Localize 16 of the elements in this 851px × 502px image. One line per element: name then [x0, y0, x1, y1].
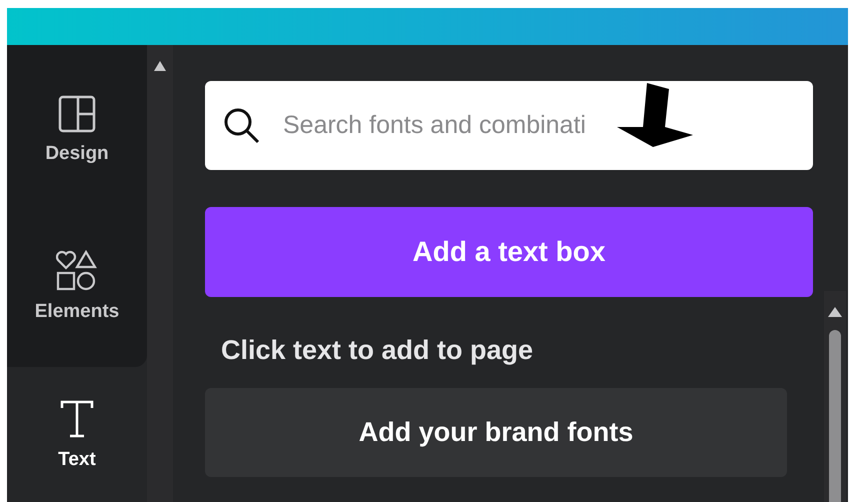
text-icon — [59, 398, 95, 438]
scrollbar[interactable] — [824, 291, 846, 502]
section-heading: Click text to add to page — [221, 335, 534, 366]
sidebar-tab[interactable]: Elements — [7, 205, 147, 367]
sidebar-tab[interactable]: Design — [7, 45, 147, 205]
brand-fonts-button[interactable]: Add your brand fonts — [205, 388, 787, 477]
add-text-box-button[interactable]: Add a text box — [205, 207, 813, 297]
layout-icon — [58, 95, 96, 133]
search-box[interactable]: Search fonts and combinati — [205, 81, 813, 170]
arrow-icon — [617, 83, 695, 149]
scroll-up-icon[interactable] — [153, 60, 167, 72]
scroll-thumb[interactable] — [829, 330, 841, 502]
scroll-up-icon[interactable] — [827, 306, 843, 318]
shapes-icon — [56, 249, 98, 291]
search-icon — [223, 106, 261, 144]
search-field[interactable]: Search fonts and combinati — [281, 110, 785, 141]
